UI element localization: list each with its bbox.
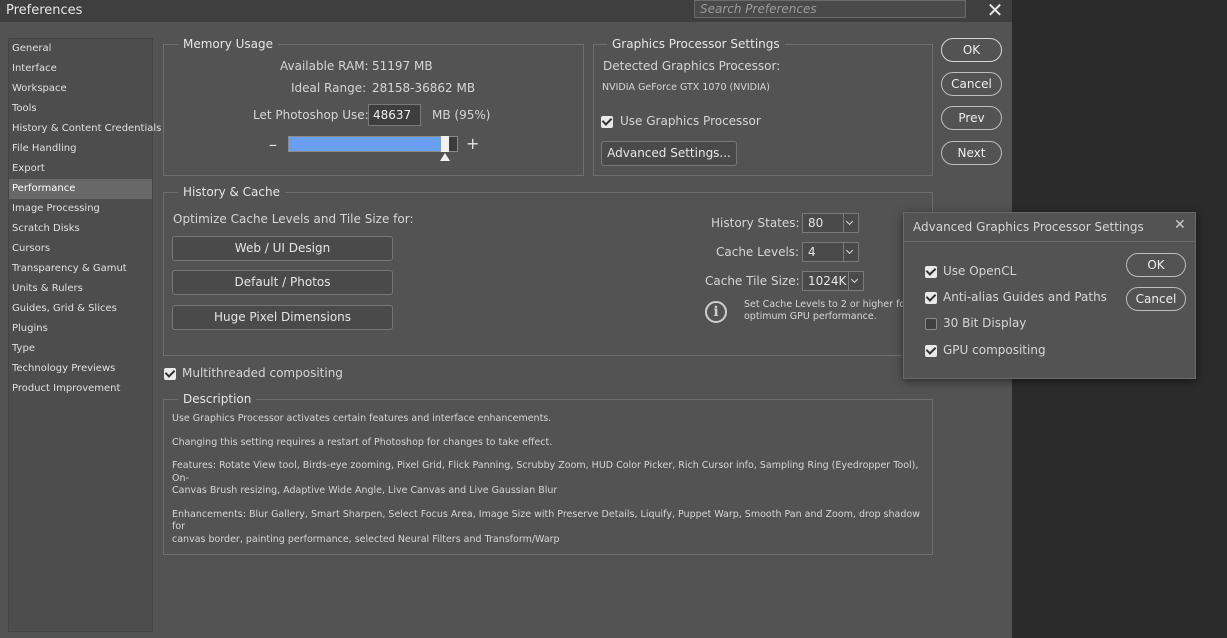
advanced-option-label: Anti-alias Guides and Paths (943, 290, 1107, 304)
preferences-dialog: Preferences ✕ GeneralInterfaceWorkspaceT… (0, 0, 1012, 638)
memory-usage-title: Memory Usage (178, 37, 279, 51)
cache-levels-label: Cache Levels: (716, 245, 800, 259)
detected-gpu-value: NVIDIA GeForce GTX 1070 (NVIDIA) (602, 82, 770, 93)
history-states-select[interactable]: 80 (802, 213, 859, 233)
description-title: Description (178, 392, 257, 406)
advanced-dialog-title: Advanced Graphics Processor Settings (913, 220, 1144, 234)
sidebar-item-tools[interactable]: Tools (9, 99, 152, 119)
advanced-option-checkbox[interactable] (925, 318, 937, 330)
cancel-button[interactable]: Cancel (941, 72, 1002, 96)
memory-use-value: 48637 (373, 108, 412, 122)
sidebar-item-cursors[interactable]: Cursors (9, 239, 152, 259)
memory-use-unit: MB (95%) (432, 108, 491, 122)
description-p2: Changing this setting requires a restart… (172, 436, 553, 448)
close-icon[interactable]: ✕ (984, 0, 1006, 22)
advanced-option-label: 30 Bit Display (943, 316, 1027, 330)
sidebar-item-product-improvement[interactable]: Product Improvement (9, 379, 152, 399)
let-photoshop-use-label: Let Photoshop Use: (253, 108, 369, 122)
advanced-settings-button[interactable]: Advanced Settings... (601, 141, 737, 166)
ideal-range-label: Ideal Range: (291, 81, 367, 95)
search-input[interactable] (694, 0, 966, 18)
optimize-label: Optimize Cache Levels and Tile Size for: (173, 212, 414, 226)
info-text-line2: optimum GPU performance. (744, 311, 877, 322)
advanced-option-label: GPU compositing (943, 343, 1046, 357)
available-ram-value: 51197 MB (372, 59, 433, 73)
slider-caret-icon (440, 153, 450, 161)
description-p4b: canvas border, painting performance, sel… (172, 533, 560, 545)
gpu-settings-title: Graphics Processor Settings (607, 37, 785, 51)
preset-web-ui-button[interactable]: Web / UI Design (172, 236, 393, 261)
description-p1: Use Graphics Processor activates certain… (172, 413, 552, 424)
title-bar: Preferences ✕ (0, 0, 1012, 22)
sidebar-item-scratch-disks[interactable]: Scratch Disks (9, 219, 152, 239)
sidebar-item-export[interactable]: Export (9, 159, 152, 179)
info-text-line1: Set Cache Levels to 2 or higher for (744, 299, 910, 310)
sidebar-item-workspace[interactable]: Workspace (9, 79, 152, 99)
available-ram-label: Available RAM: (280, 59, 369, 73)
sidebar-item-performance[interactable]: Performance (9, 179, 152, 199)
memory-slider-fill (289, 137, 441, 151)
sidebar-item-technology-previews[interactable]: Technology Previews (9, 359, 152, 379)
cache-tile-size-value: 1024K (808, 274, 847, 288)
advanced-option-checkbox[interactable] (925, 344, 937, 357)
sidebar-item-guides-grid-slices[interactable]: Guides, Grid & Slices (9, 299, 152, 319)
use-gpu-checkbox[interactable] (601, 115, 613, 128)
memory-slider[interactable] (288, 136, 458, 152)
prev-button[interactable]: Prev (941, 106, 1002, 130)
cache-tile-size-select[interactable]: 1024K (802, 271, 864, 291)
multithreaded-checkbox[interactable] (164, 367, 176, 380)
plus-icon[interactable]: + (466, 134, 479, 153)
description-body: Use Graphics Processor activates certain… (172, 413, 927, 546)
preset-huge-pixel-button[interactable]: Huge Pixel Dimensions (172, 305, 393, 330)
advanced-gpu-dialog: Advanced Graphics Processor Settings ✕ U… (903, 212, 1196, 379)
advanced-option-label: Use OpenCL (943, 264, 1017, 278)
advanced-ok-button[interactable]: OK (1126, 253, 1186, 277)
detected-gpu-label: Detected Graphics Processor: (603, 59, 781, 73)
sidebar-list: General Interface Workspace Tools History & … (9, 39, 161, 399)
use-gpu-label: Use Graphics Processor (620, 114, 761, 128)
info-icon: i (705, 301, 727, 323)
cache-levels-value: 4 (808, 245, 816, 259)
memory-use-field[interactable]: 48637 (368, 104, 421, 126)
dialog-title: Preferences (6, 3, 83, 18)
history-states-value: 80 (808, 216, 824, 230)
chevron-down-icon (848, 272, 863, 290)
sidebar-item-plugins[interactable]: Plugins (9, 319, 152, 339)
chevron-down-icon (843, 214, 858, 232)
sidebar-item-interface[interactable]: Interface (9, 59, 152, 79)
multithreaded-label: Multithreaded compositing (182, 366, 343, 380)
sidebar-item-general[interactable]: General (9, 39, 152, 59)
advanced-option-checkbox[interactable] (925, 291, 937, 304)
advanced-cancel-button[interactable]: Cancel (1126, 287, 1186, 311)
next-button[interactable]: Next (941, 141, 1002, 165)
memory-slider-handle[interactable] (441, 136, 449, 152)
sidebar-item-type[interactable]: Type (9, 339, 152, 359)
sidebar-item-file-handling[interactable]: File Handling (9, 139, 152, 159)
minus-icon[interactable]: – (269, 135, 277, 154)
history-states-label: History States: (711, 216, 800, 230)
ok-button[interactable]: OK (941, 38, 1002, 62)
chevron-down-icon (843, 243, 858, 261)
sidebar-item-history-content-credentials[interactable]: History & Content Credentials (9, 119, 161, 139)
sidebar-item-units-rulers[interactable]: Units & Rulers (9, 279, 152, 299)
ideal-range-value: 28158-36862 MB (372, 81, 476, 95)
divider (904, 241, 1195, 242)
advanced-option-checkbox[interactable] (925, 265, 937, 278)
description-p3a: Features: Rotate View tool, Birds-eye zo… (172, 460, 919, 484)
close-icon[interactable]: ✕ (1174, 217, 1186, 233)
sidebar: General Interface Workspace Tools History & … (8, 38, 161, 632)
cache-tile-size-label: Cache Tile Size: (705, 274, 800, 288)
sidebar-item-transparency-gamut[interactable]: Transparency & Gamut (9, 259, 152, 279)
preset-default-photos-button[interactable]: Default / Photos (172, 270, 393, 295)
history-cache-title: History & Cache (178, 185, 285, 199)
description-p4a: Enhancements: Blur Gallery, Smart Sharpe… (172, 508, 920, 533)
description-p3b: Canvas Brush resizing, Adaptive Wide Ang… (172, 485, 558, 496)
cache-levels-select[interactable]: 4 (802, 242, 859, 262)
sidebar-item-image-processing[interactable]: Image Processing (9, 199, 152, 219)
